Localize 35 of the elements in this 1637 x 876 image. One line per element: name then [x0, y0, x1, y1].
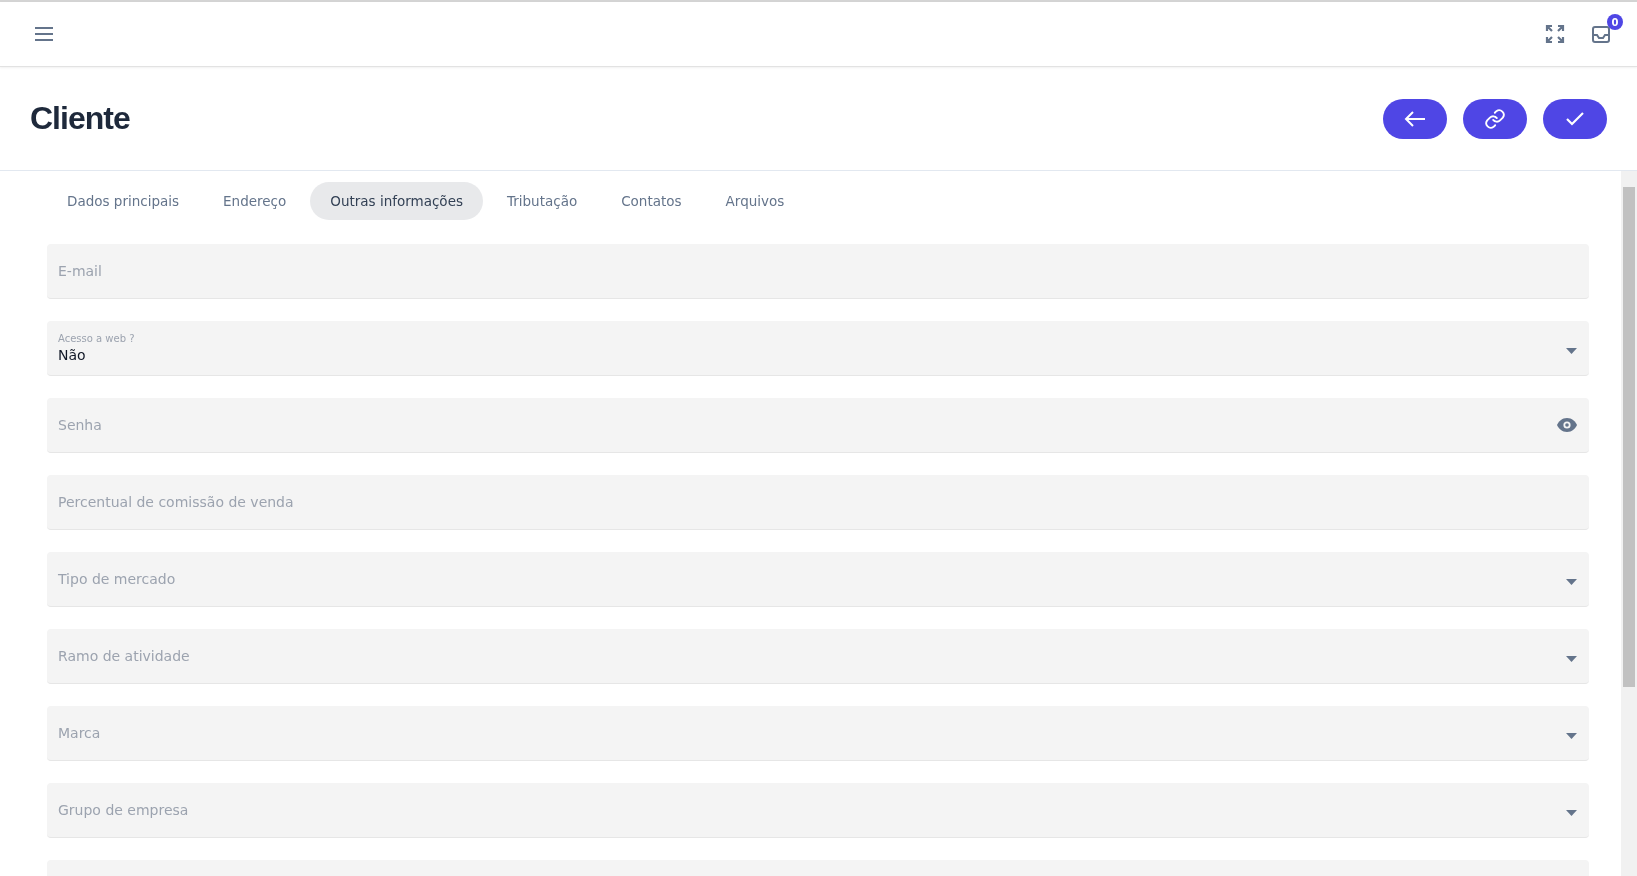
field-value: Não: [58, 347, 87, 363]
field-placeholder: Percentual de comissão de venda: [58, 494, 295, 510]
tab[interactable]: Arquivos: [705, 182, 805, 220]
link-button[interactable]: [1463, 98, 1527, 139]
caret-icon: [1566, 579, 1577, 585]
notification-badge: 0: [1607, 14, 1623, 30]
inbox-icon: [1591, 24, 1611, 44]
field-placeholder: Ramo de atividade: [58, 648, 191, 664]
check-icon: [1565, 110, 1585, 127]
field-placeholder: Grupo de empresa: [58, 802, 190, 818]
arrow-left-icon: [1404, 109, 1426, 128]
field-placeholder: Marca: [58, 725, 102, 741]
menu-icon: [34, 26, 54, 42]
caret-icon: [1566, 733, 1577, 739]
expand-icon: [1545, 24, 1565, 44]
save-button[interactable]: [1543, 98, 1607, 139]
scrollbar-thumb[interactable]: [1623, 187, 1635, 687]
eye-icon[interactable]: [1557, 418, 1577, 432]
page-title: Cliente: [30, 100, 130, 137]
tab[interactable]: Outras informações: [310, 182, 483, 220]
tab[interactable]: Tributação: [486, 182, 598, 220]
field-placeholder: Tipo de mercado: [58, 571, 177, 587]
caret-icon: [1566, 656, 1577, 662]
tab[interactable]: Dados principais: [47, 182, 200, 220]
back-button[interactable]: [1383, 98, 1447, 139]
field-placeholder: Senha: [58, 417, 103, 433]
caret-icon: [1566, 348, 1577, 354]
tab[interactable]: Endereço: [203, 182, 307, 220]
field-label: Acesso a web ?: [58, 333, 136, 344]
tab[interactable]: Contatos: [601, 182, 702, 220]
caret-icon: [1566, 810, 1577, 816]
link-icon: [1484, 107, 1506, 130]
field-placeholder: E-mail: [58, 263, 103, 279]
scrollbar[interactable]: [1621, 171, 1637, 876]
select-field[interactable]: Acesso a web ? Não: [47, 321, 1589, 376]
